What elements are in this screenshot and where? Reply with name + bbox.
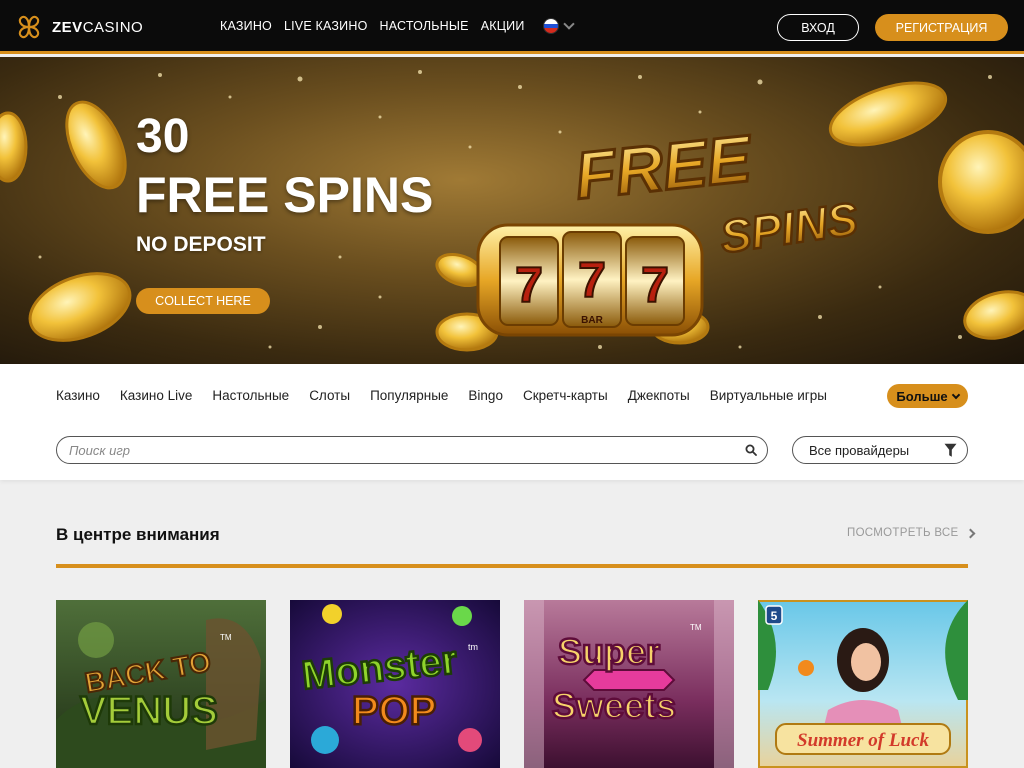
category-virtual-games[interactable]: Виртуальные игры bbox=[710, 388, 827, 403]
site-header: ZEVCASINO КАЗИНО LIVE КАЗИНО НАСТОЛЬНЫЕ … bbox=[0, 0, 1024, 54]
filter-icon bbox=[944, 443, 957, 457]
promo-subtitle: NO DEPOSIT bbox=[136, 233, 266, 256]
top-nav-promotions[interactable]: АКЦИИ bbox=[481, 19, 525, 33]
back-to-venus-thumbnail: BACK TO VENUS TM bbox=[56, 600, 266, 768]
register-button[interactable]: РЕГИСТРАЦИЯ bbox=[875, 14, 1008, 41]
monster-pop-thumbnail: Monster POP tm bbox=[290, 600, 500, 768]
svg-text:5: 5 bbox=[771, 609, 778, 623]
category-bingo[interactable]: Bingo bbox=[468, 388, 503, 403]
featured-games: BACK TO VENUS TM Monster POP tm Super Sw… bbox=[56, 600, 968, 768]
svg-text:7: 7 bbox=[515, 257, 543, 313]
collect-bonus-button[interactable]: COLLECT HERE bbox=[136, 288, 270, 314]
svg-text:TM: TM bbox=[220, 633, 232, 642]
provider-filter-label: Все провайдеры bbox=[809, 443, 910, 458]
summer-of-luck-thumbnail: 5 Summer of Luck bbox=[758, 600, 968, 768]
view-all-link[interactable]: ПОСМОТРЕТЬ ВСЕ bbox=[847, 527, 975, 539]
view-all-label: ПОСМОТРЕТЬ ВСЕ bbox=[847, 527, 959, 539]
game-filter-panel: Казино Казино Live Настольные Слоты Попу… bbox=[0, 364, 1024, 480]
promo-title: FREE SPINS bbox=[136, 167, 434, 223]
svg-text:7: 7 bbox=[641, 257, 669, 313]
svg-text:TM: TM bbox=[690, 623, 702, 632]
provider-filter[interactable]: Все провайдеры bbox=[792, 436, 968, 464]
category-casino[interactable]: Казино bbox=[56, 388, 100, 403]
clover-logo-icon bbox=[18, 15, 40, 39]
category-casino-live[interactable]: Казино Live bbox=[120, 388, 192, 403]
svg-text:Summer of Luck: Summer of Luck bbox=[797, 730, 929, 751]
svg-text:Super: Super bbox=[558, 631, 660, 672]
search-icon[interactable] bbox=[745, 444, 757, 456]
category-table[interactable]: Настольные bbox=[212, 388, 289, 403]
more-categories-button[interactable]: Больше bbox=[887, 384, 968, 408]
chevron-down-icon bbox=[951, 390, 960, 399]
top-nav-table-games[interactable]: НАСТОЛЬНЫЕ bbox=[380, 19, 469, 33]
game-search bbox=[56, 436, 768, 464]
game-card-summer-of-luck[interactable]: 5 Summer of Luck bbox=[758, 600, 968, 768]
category-jackpots[interactable]: Джекпоты bbox=[628, 388, 690, 403]
top-nav-casino[interactable]: КАЗИНО bbox=[220, 19, 272, 33]
category-nav: Казино Казино Live Настольные Слоты Попу… bbox=[56, 388, 827, 403]
top-nav: КАЗИНО LIVE КАЗИНО НАСТОЛЬНЫЕ АКЦИИ bbox=[220, 19, 525, 33]
language-selector[interactable] bbox=[543, 18, 575, 34]
promo-spin-count: 30 bbox=[136, 110, 190, 163]
super-sweets-thumbnail: Super Sweets TM bbox=[524, 600, 734, 768]
logo-text: ZEVCASINO bbox=[52, 18, 144, 36]
chevron-down-icon bbox=[563, 18, 575, 30]
svg-text:SPINS: SPINS bbox=[717, 192, 861, 263]
russian-flag-icon bbox=[543, 18, 559, 34]
game-card-super-sweets[interactable]: Super Sweets TM bbox=[524, 600, 734, 768]
game-card-monster-pop[interactable]: Monster POP tm bbox=[290, 600, 500, 768]
chevron-right-icon bbox=[965, 528, 975, 538]
svg-text:7: 7 bbox=[578, 252, 606, 308]
svg-text:VENUS: VENUS bbox=[80, 689, 218, 733]
section-divider bbox=[56, 564, 968, 568]
svg-text:FREE: FREE bbox=[571, 121, 756, 213]
game-card-back-to-venus[interactable]: BACK TO VENUS TM bbox=[56, 600, 266, 768]
svg-text:BAR: BAR bbox=[581, 315, 603, 326]
more-categories-label: Больше bbox=[896, 388, 948, 404]
category-popular[interactable]: Популярные bbox=[370, 388, 448, 403]
category-slots[interactable]: Слоты bbox=[309, 388, 350, 403]
category-scratch-cards[interactable]: Скретч-карты bbox=[523, 388, 608, 403]
login-button[interactable]: ВХОД bbox=[777, 14, 859, 41]
search-input[interactable] bbox=[69, 441, 729, 459]
svg-text:POP: POP bbox=[352, 689, 436, 733]
section-title: В центре внимания bbox=[56, 525, 220, 544]
svg-text:tm: tm bbox=[468, 642, 478, 652]
logo[interactable]: ZEVCASINO bbox=[12, 10, 143, 44]
top-nav-live-casino[interactable]: LIVE КАЗИНО bbox=[284, 19, 368, 33]
svg-text:Sweets: Sweets bbox=[552, 685, 676, 726]
promo-banner: 7 7 7 BAR FREE SPINS 30 FREE SPINS NO DE… bbox=[0, 57, 1024, 364]
